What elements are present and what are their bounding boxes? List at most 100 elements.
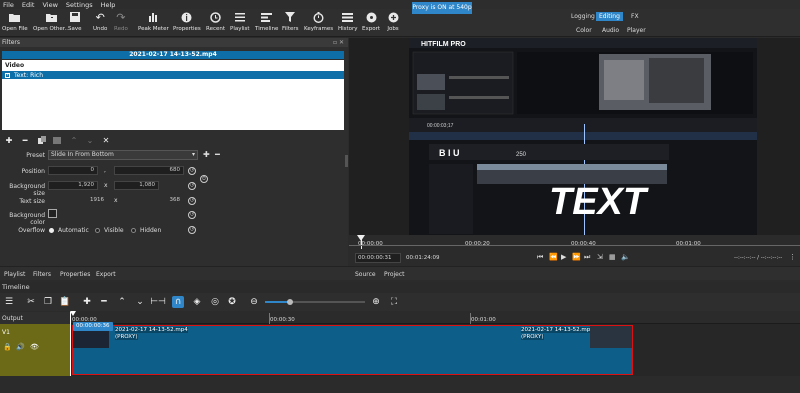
menu-icon[interactable]: ☰ [3,296,15,308]
reset-overflow-icon[interactable]: ↺ [188,226,196,234]
more-options-icon[interactable]: ⋮ [789,253,796,261]
panel-scrollbar[interactable] [345,155,348,167]
history-button[interactable]: History [338,11,358,35]
reset-textsize-icon[interactable]: ↺ [188,197,196,205]
overflow-label: Overflow [18,227,45,234]
ripple-all-icon[interactable]: ✪ [226,296,238,308]
tab-properties[interactable]: Properties [60,271,90,278]
save-button[interactable]: Save [68,11,82,35]
preview-video[interactable]: HITFILM PRO 00:00:03;17 B I U 250 TEXT [409,38,757,235]
layout-fx[interactable]: FX [628,12,642,21]
properties-button[interactable]: Properties [173,11,201,35]
toggle-zoom-icon[interactable]: ⇲ [597,253,603,261]
layout-player[interactable]: Player [624,26,649,35]
reset-bgsize-icon[interactable]: ↺ [188,182,196,190]
snap-icon[interactable]: ∩ [172,296,184,308]
skip-previous-icon[interactable]: ⏮ [537,253,543,262]
menu-edit[interactable]: Edit [22,1,35,9]
zoom-fit-icon[interactable]: ⛶ [388,296,400,308]
save-preset-button[interactable]: ✚ [203,150,210,159]
zoom-in-icon[interactable]: ⊕ [370,296,382,308]
layout-color[interactable]: Color [573,26,595,35]
timeline-button[interactable]: Timeline [255,11,278,35]
grid-icon[interactable]: ▦ [609,253,616,261]
remove-filter-button[interactable]: ━ [20,135,30,145]
append-icon[interactable]: ✚ [81,296,93,308]
zoom-slider-handle[interactable] [287,299,293,305]
tab-playlist[interactable]: Playlist [4,271,25,278]
cut-icon[interactable]: ✂ [25,296,37,308]
lock-icon[interactable]: 🔒 [3,343,12,351]
filter-list[interactable]: Video ✓ Text: Rich [2,60,344,130]
reset-position-icon[interactable]: ↺ [188,167,196,175]
bgcolor-swatch[interactable] [48,209,57,218]
move-up-button[interactable]: ⌃ [69,135,79,145]
position-x-input[interactable]: 0 [48,166,98,175]
keyframe-toggle-icon[interactable]: ⏱ [200,175,208,183]
layout-editing[interactable]: Editing [596,12,623,21]
timeline-ruler[interactable]: 00:00:00 00:00:30 00:01:00 [70,312,800,324]
remove-icon[interactable]: ━ [98,296,110,308]
preset-value: Slide In From Bottom [51,151,114,158]
track-header-v1[interactable]: V1 🔒 🔊 👁 [0,324,70,376]
split-icon[interactable]: ⊢⊣ [150,296,166,308]
undo-button[interactable]: ↶ Undo [93,11,107,35]
paste-icon[interactable]: 📋 [59,296,71,308]
menu-help[interactable]: Help [101,1,116,9]
overflow-automatic-radio[interactable] [49,228,54,233]
redo-button[interactable]: ↷ Redo [114,11,128,35]
hide-icon[interactable]: 👁 [30,343,39,351]
menu-view[interactable]: View [42,1,57,9]
open-file-button[interactable]: Open File [2,11,28,35]
zoom-out-icon[interactable]: ⊖ [248,296,260,308]
preview-scrubber[interactable]: 00:00:00 00:00:20 00:00:40 00:01:00 [349,235,800,250]
reset-bgcolor-icon[interactable]: ↺ [188,211,196,219]
open-other-button[interactable]: Open Other... [33,11,70,35]
filter-item-text-rich[interactable]: ✓ Text: Rich [2,71,344,79]
proxy-status-tab[interactable]: Proxy is ON at 540p [412,2,472,14]
copy-icon[interactable]: ❐ [42,296,54,308]
filter-enable-checkbox[interactable]: ✓ [5,72,10,78]
lift-icon[interactable]: ⌃ [116,296,128,308]
play-icon[interactable]: ▶ [561,253,566,261]
tab-source[interactable]: Source [355,271,376,278]
paste-filter-button[interactable] [52,135,62,145]
delete-preset-button[interactable]: ━ [215,150,220,159]
preset-select[interactable]: Slide In From Bottom ▾ [48,150,198,160]
timeline-clip[interactable]: 2021-02-17 14-13-52.mp4 (PROXY) 2021-02-… [72,325,633,375]
keyframes-button[interactable]: Keyframes [304,11,333,35]
copy-filter-button[interactable] [37,135,47,145]
skip-next-icon[interactable]: ⏭ [584,253,590,262]
menu-file[interactable]: File [3,1,14,9]
jobs-button[interactable]: Jobs [387,11,399,35]
rewind-icon[interactable]: ⏪ [549,253,558,261]
close-filter-button[interactable]: ✕ [101,135,111,145]
move-down-button[interactable]: ⌄ [85,135,95,145]
panel-controls[interactable]: ▫ ✕ [333,39,347,46]
bgsize-height-input[interactable]: 1,080 [114,181,159,190]
ripple-icon[interactable]: ◎ [209,296,221,308]
timeline-playhead-marker[interactable] [70,311,76,316]
mute-icon[interactable]: 🔊 [16,343,25,351]
add-filter-button[interactable]: ✚ [4,135,14,145]
export-button[interactable]: Export [362,11,380,35]
layout-audio[interactable]: Audio [599,26,622,35]
bgsize-width-input[interactable]: 1,920 [48,181,98,190]
position-timecode[interactable]: 00:00:00:31 [355,253,401,263]
volume-icon[interactable]: 🔈 [621,253,630,261]
recent-button[interactable]: Recent [206,11,225,35]
playlist-button[interactable]: Playlist [230,11,250,35]
overflow-hidden-radio[interactable] [131,228,136,233]
peak-meter-button[interactable]: Peak Meter [138,11,169,35]
layout-logging[interactable]: Logging [568,12,598,21]
overflow-visible-radio[interactable] [95,228,100,233]
tab-project[interactable]: Project [384,271,405,278]
position-y-input[interactable]: 680 [114,166,184,175]
fast-forward-icon[interactable]: ⏩ [572,253,581,261]
tab-export[interactable]: Export [96,271,116,278]
scrub-icon[interactable]: ◈ [191,296,203,308]
menu-settings[interactable]: Settings [66,1,93,9]
filters-button[interactable]: Filters [282,11,299,35]
tab-filters[interactable]: Filters [33,271,51,278]
overwrite-icon[interactable]: ⌄ [134,296,146,308]
